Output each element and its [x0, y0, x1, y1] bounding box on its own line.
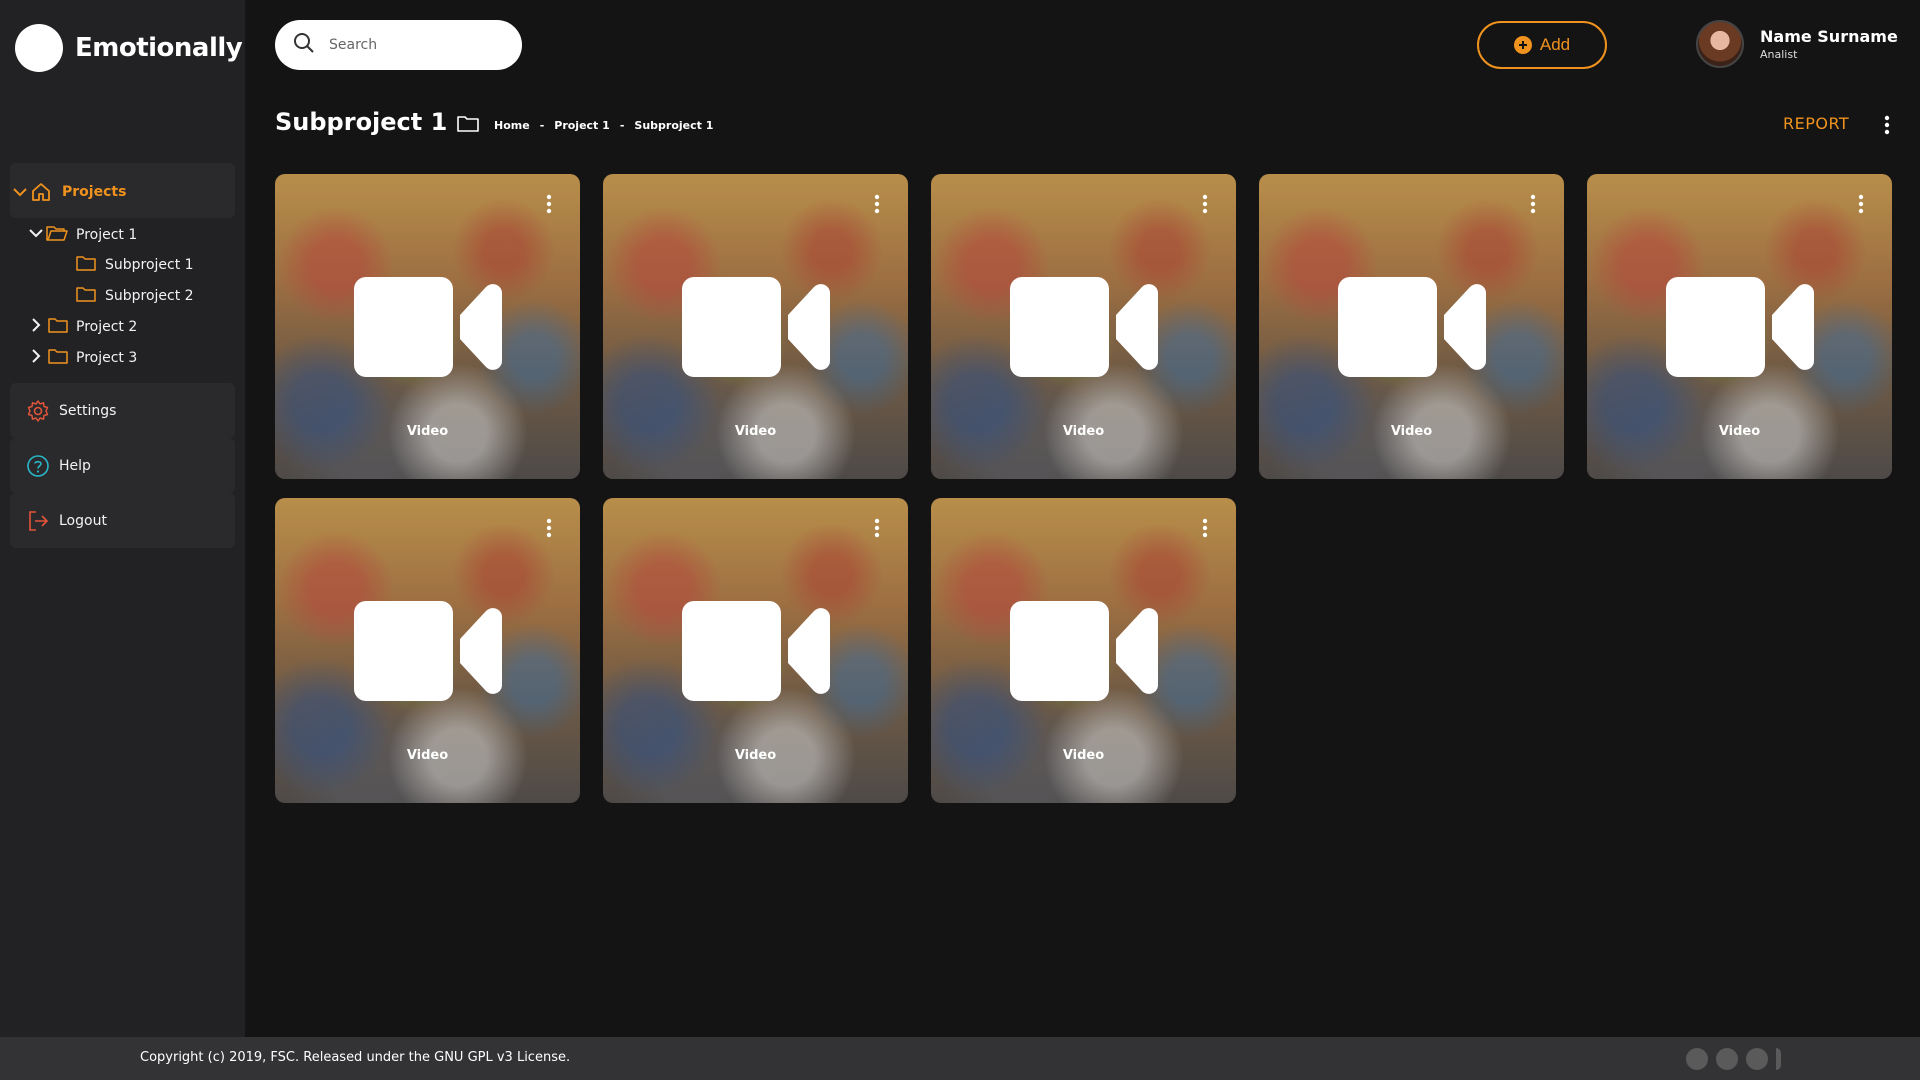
folder-open-icon [46, 224, 68, 246]
video-card[interactable]: Video [603, 498, 908, 803]
nav-help[interactable]: Help [10, 438, 235, 493]
report-button[interactable]: REPORT [1783, 114, 1849, 133]
search-input[interactable] [329, 37, 499, 53]
folder-icon [48, 317, 68, 337]
breadcrumb-home[interactable]: Home [494, 119, 530, 132]
video-card[interactable]: Video [1259, 174, 1564, 479]
help-icon [26, 454, 50, 478]
nav-settings[interactable]: Settings [10, 383, 235, 438]
add-label: Add [1539, 35, 1571, 54]
video-label: Video [406, 748, 449, 763]
video-label: Video [1390, 424, 1433, 439]
video-label: Video [734, 424, 777, 439]
breadcrumb-project[interactable]: Project 1 [554, 119, 610, 132]
tree-label: Subproject 1 [105, 257, 194, 273]
gear-icon [26, 399, 50, 423]
user-menu[interactable]: Name Surname Analist [1696, 20, 1898, 68]
more-options-icon[interactable] [874, 518, 880, 542]
more-options-icon[interactable] [1858, 194, 1864, 218]
video-camera-icon [354, 277, 502, 381]
video-label: Video [1062, 424, 1105, 439]
chevron-down-icon[interactable] [28, 225, 44, 245]
logo[interactable]: Emotionally [15, 24, 243, 72]
video-camera-icon [1666, 277, 1814, 381]
chevron-right-icon[interactable] [28, 317, 44, 337]
home-icon [30, 181, 52, 203]
chevron-down-icon[interactable] [12, 184, 28, 200]
plus-circle-icon [1513, 36, 1532, 54]
tree-label: Subproject 2 [105, 288, 194, 304]
user-name: Name Surname [1760, 27, 1898, 46]
tree-item-project-1[interactable]: Project 1 [28, 224, 137, 246]
add-button[interactable]: Add [1477, 21, 1607, 69]
breadcrumb-separator: - [539, 118, 545, 132]
tree-item-subproject-2[interactable]: Subproject 2 [76, 286, 194, 306]
social-link-icon[interactable] [1776, 1048, 1781, 1070]
video-label: Video [1062, 748, 1105, 763]
projects-row[interactable]: Projects [10, 181, 126, 203]
folder-icon [48, 348, 68, 368]
nav-projects[interactable]: Projects [10, 163, 235, 218]
copyright-text: Copyright (c) 2019, FSC. Released under … [140, 1050, 571, 1065]
more-options-icon[interactable] [1202, 518, 1208, 542]
tree-item-project-3[interactable]: Project 3 [28, 348, 137, 368]
tree-label: Project 2 [76, 319, 138, 335]
social-links [1686, 1048, 1789, 1070]
projects-label: Projects [62, 184, 127, 200]
video-label: Video [734, 748, 777, 763]
logout-icon [26, 509, 50, 533]
search-box[interactable] [275, 20, 522, 70]
more-options-icon[interactable] [874, 194, 880, 218]
video-label: Video [1718, 424, 1761, 439]
breadcrumb: Home - Project 1 - Subproject 1 [457, 115, 713, 135]
social-link-icon[interactable] [1686, 1048, 1708, 1070]
video-camera-icon [1010, 601, 1158, 705]
video-card[interactable]: Video [603, 174, 908, 479]
video-card[interactable]: Video [275, 498, 580, 803]
search-icon[interactable] [293, 32, 315, 58]
breadcrumb-subproject[interactable]: Subproject 1 [634, 119, 713, 132]
folder-icon [457, 115, 479, 135]
logo-mark [15, 24, 63, 72]
tree-item-project-2[interactable]: Project 2 [28, 317, 137, 337]
video-card[interactable]: Video [931, 498, 1236, 803]
social-link-icon[interactable] [1746, 1048, 1768, 1070]
video-camera-icon [1010, 277, 1158, 381]
chevron-right-icon[interactable] [28, 348, 44, 368]
more-options-icon[interactable] [546, 194, 552, 218]
more-options-icon[interactable] [1530, 194, 1536, 218]
video-card[interactable]: Video [1587, 174, 1892, 479]
logout-label: Logout [59, 512, 107, 529]
social-link-icon[interactable] [1716, 1048, 1738, 1070]
video-camera-icon [682, 601, 830, 705]
video-camera-icon [682, 277, 830, 381]
more-options-icon[interactable] [546, 518, 552, 542]
video-card[interactable]: Video [275, 174, 580, 479]
more-options-icon[interactable] [1202, 194, 1208, 218]
page-title: Subproject 1 [275, 108, 448, 136]
tree-item-subproject-1[interactable]: Subproject 1 [76, 255, 194, 275]
more-options-icon[interactable] [1884, 115, 1890, 139]
folder-icon [76, 255, 96, 275]
video-card[interactable]: Video [931, 174, 1236, 479]
tree-label: Project 1 [76, 227, 138, 243]
footer: Copyright (c) 2019, FSC. Released under … [0, 1037, 1920, 1080]
video-camera-icon [354, 601, 502, 705]
avatar[interactable] [1696, 20, 1744, 68]
nav-logout[interactable]: Logout [10, 493, 235, 548]
folder-icon [76, 286, 96, 306]
video-camera-icon [1338, 277, 1486, 381]
tree-label: Project 3 [76, 350, 138, 366]
app-name: Emotionally [75, 33, 243, 63]
user-role: Analist [1760, 48, 1798, 61]
sidebar: Emotionally Projects Project 1 Subprojec… [0, 0, 245, 1037]
breadcrumb-separator: - [619, 118, 625, 132]
video-label: Video [406, 424, 449, 439]
settings-label: Settings [59, 402, 117, 419]
help-label: Help [59, 457, 91, 474]
